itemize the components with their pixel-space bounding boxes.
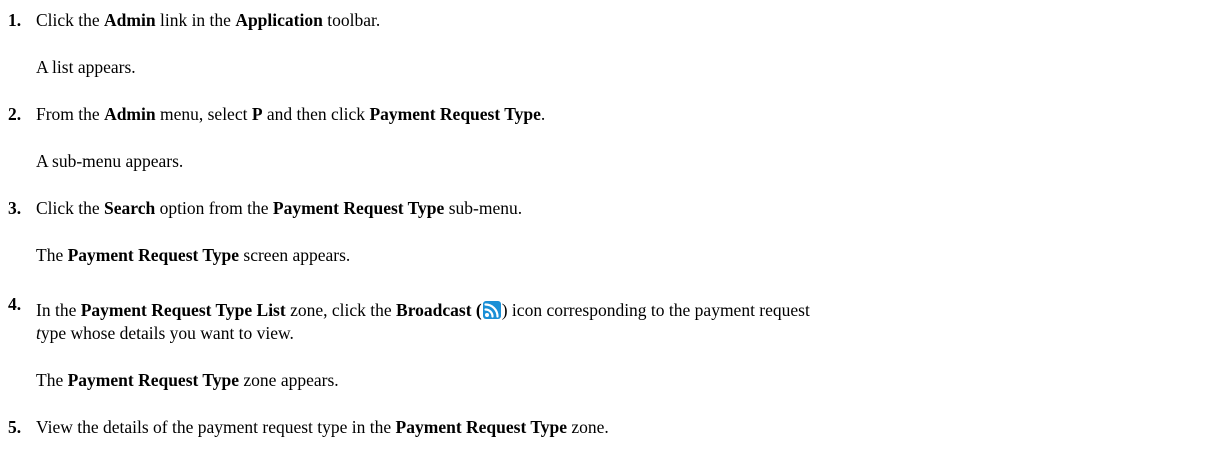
step-5: 5. View the details of the payment reques… (8, 416, 609, 438)
step-number: 1. (8, 10, 22, 30)
step-1-result: A list appears. (36, 57, 136, 77)
step-2-result: A sub-menu appears. (36, 151, 184, 171)
step-4-result: The Payment Request Type zone appears. (36, 369, 339, 391)
step-number: 3. (8, 198, 22, 218)
ui-term: Payment Request Type (272, 198, 445, 218)
step-1: 1. Click the Admin link in the Applicatio… (8, 9, 380, 31)
step-text: zone, click the (285, 300, 397, 320)
ui-term: P (251, 104, 263, 124)
step-4: 4. In the Payment Request Type List zone,… (8, 294, 810, 321)
step-text: and then click (262, 104, 370, 124)
ui-term: Application (235, 10, 323, 30)
ui-term: Payment Request Type List (80, 300, 286, 320)
step-text: ype whose details you want to view. (40, 323, 294, 343)
step-number: 4. (8, 294, 22, 314)
ui-term: Payment Request Type (67, 370, 240, 390)
step-text: link in the (155, 10, 236, 30)
step-text: Click the (36, 10, 105, 30)
broadcast-icon (482, 301, 501, 319)
step-3: 3. Click the Search option from the Payme… (8, 197, 522, 219)
step-text: View the details of the payment request … (36, 417, 396, 437)
step-text: zone appears. (239, 370, 339, 390)
step-number: 2. (8, 104, 22, 124)
step-2: 2. From the Admin menu, select P and then… (8, 103, 545, 125)
step-text: zone. (566, 417, 609, 437)
step-3-result: The Payment Request Type screen appears. (36, 244, 350, 266)
step-text: ( (471, 300, 482, 320)
ui-term: Search (104, 198, 156, 218)
ui-term: Payment Request Type (369, 104, 541, 124)
step-text: option from the (155, 198, 273, 218)
step-4-continuation: type whose details you want to view. (36, 322, 294, 344)
step-text: Click the (36, 198, 105, 218)
step-number: 5. (8, 417, 22, 437)
ui-term: Admin (104, 10, 156, 30)
ui-term: Payment Request Type (67, 245, 240, 265)
ui-term: Payment Request Type (395, 417, 567, 437)
ui-term: Admin (104, 104, 156, 124)
step-text: From the (36, 104, 105, 124)
step-text: screen appears. (239, 245, 351, 265)
step-text: . (540, 104, 546, 124)
step-text: The (36, 370, 68, 390)
step-text: menu, select (155, 104, 252, 124)
ui-term: Broadcast (396, 300, 472, 320)
step-text: toolbar. (322, 10, 381, 30)
step-text: The (36, 245, 68, 265)
step-text: In the (36, 300, 81, 320)
step-text: sub-menu. (444, 198, 523, 218)
step-text: ) icon corresponding to the payment requ… (501, 300, 810, 320)
